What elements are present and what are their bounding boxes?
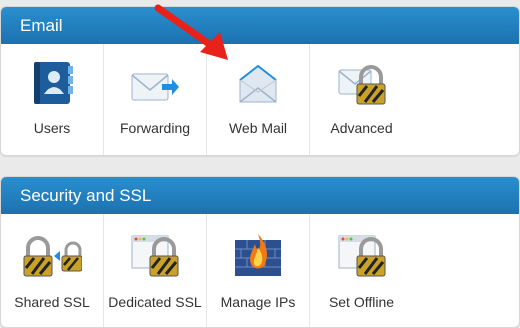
email-panel-title: Email bbox=[1, 7, 519, 44]
manage-ips-label: Manage IPs bbox=[220, 294, 296, 310]
dedicated-ssl-label: Dedicated SSL bbox=[108, 294, 202, 310]
advanced-label: Advanced bbox=[330, 120, 393, 136]
forward-mail-icon bbox=[130, 56, 180, 106]
open-envelope-icon bbox=[236, 56, 280, 106]
set-offline-label: Set Offline bbox=[328, 294, 395, 310]
forwarding-tile[interactable]: Forwarding bbox=[104, 44, 207, 155]
address-book-icon bbox=[30, 56, 74, 106]
web-mail-label: Web Mail bbox=[228, 120, 288, 136]
shared-ssl-tile[interactable]: Shared SSL bbox=[1, 214, 104, 327]
shared-ssl-label: Shared SSL bbox=[14, 294, 90, 310]
email-panel: Email Users Forwarding Web Mail Advanced bbox=[0, 6, 520, 156]
security-tiles: Shared SSL Dedicated SSL Manage IPs Set … bbox=[1, 214, 519, 327]
security-ssl-panel: Security and SSL Shared SSL Dedicated SS… bbox=[0, 176, 520, 328]
window-lock-icon bbox=[337, 228, 387, 278]
users-label: Users bbox=[33, 120, 71, 136]
firewall-icon bbox=[233, 228, 283, 278]
manage-ips-tile[interactable]: Manage IPs bbox=[207, 214, 310, 327]
shared-locks-icon bbox=[22, 228, 82, 278]
dedicated-ssl-tile[interactable]: Dedicated SSL bbox=[104, 214, 207, 327]
set-offline-tile[interactable]: Set Offline bbox=[310, 214, 413, 327]
window-lock-icon bbox=[130, 228, 180, 278]
security-panel-title: Security and SSL bbox=[1, 177, 519, 214]
email-tiles: Users Forwarding Web Mail Advanced bbox=[1, 44, 519, 155]
advanced-tile[interactable]: Advanced bbox=[310, 44, 413, 155]
users-tile[interactable]: Users bbox=[1, 44, 104, 155]
locked-envelope-icon bbox=[337, 56, 387, 106]
web-mail-tile[interactable]: Web Mail bbox=[207, 44, 310, 155]
forwarding-label: Forwarding bbox=[119, 120, 191, 136]
